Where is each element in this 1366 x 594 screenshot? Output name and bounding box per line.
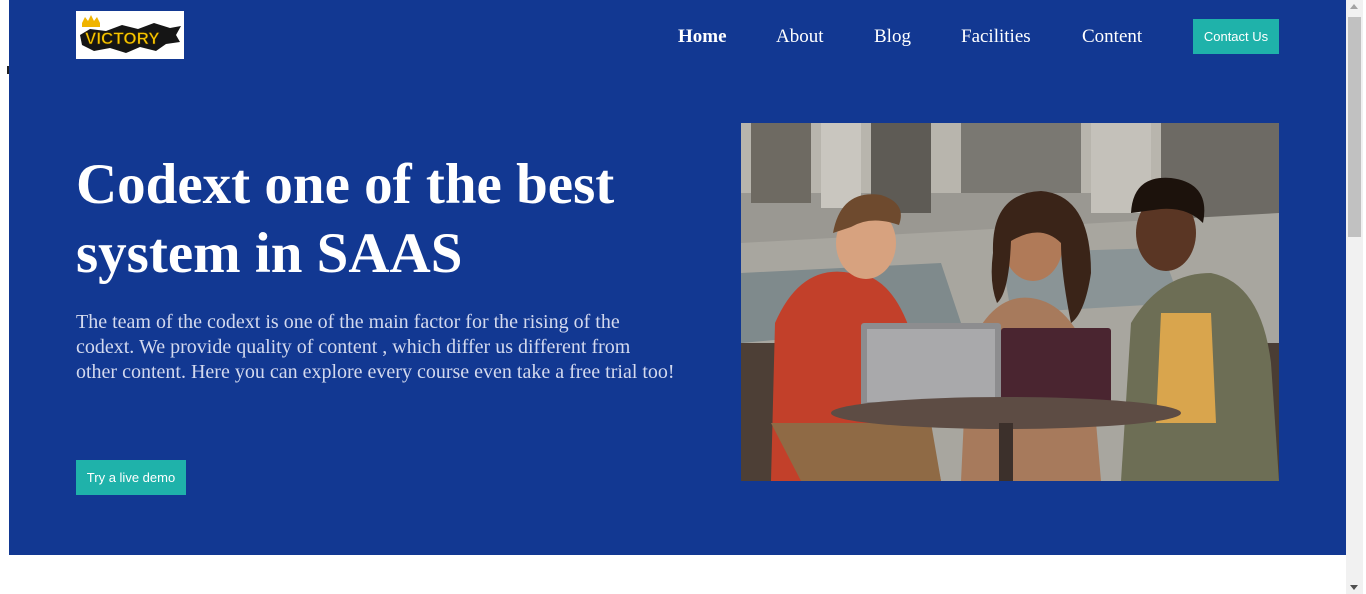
scroll-up-arrow-icon[interactable] [1350, 4, 1358, 9]
hero-photo [741, 123, 1279, 481]
nav-link-facilities[interactable]: Facilities [961, 25, 1031, 49]
hero-photo-illustration [741, 123, 1279, 481]
scroll-down-arrow-icon[interactable] [1350, 585, 1358, 590]
main-nav: Home About Blog Facilities Content [9, 25, 1346, 49]
scrollbar-thumb[interactable] [1348, 17, 1361, 237]
hero-headline: Codext one of the best system in SAAS [76, 153, 615, 285]
nav-link-content[interactable]: Content [1082, 25, 1142, 49]
nav-link-blog[interactable]: Blog [874, 25, 911, 49]
nav-link-home[interactable]: Home [678, 25, 727, 49]
live-demo-button[interactable]: Try a live demo [76, 460, 186, 495]
hero-section: codex of VICTORY Home About Blog Facilit… [9, 0, 1346, 555]
vertical-scrollbar[interactable] [1346, 0, 1363, 594]
nav-link-about[interactable]: About [776, 25, 824, 49]
contact-us-button[interactable]: Contact Us [1193, 19, 1279, 54]
left-window-edge [0, 0, 9, 594]
hero-description: The team of the codext is one of the mai… [76, 311, 675, 383]
